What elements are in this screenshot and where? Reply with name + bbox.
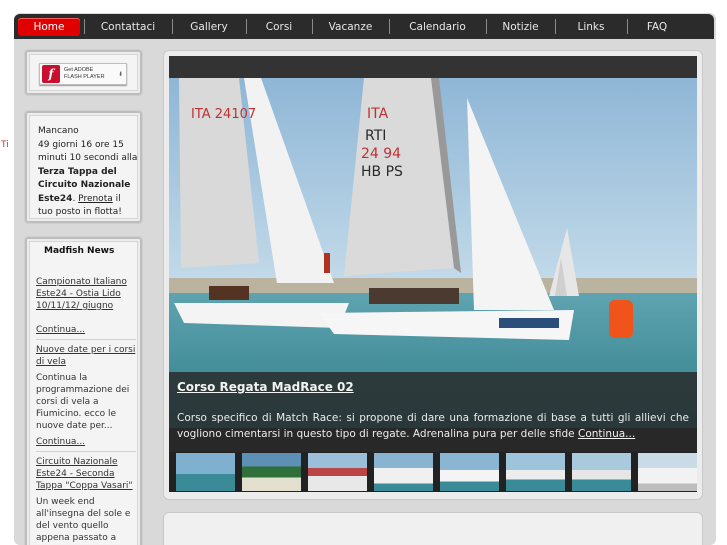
flash-line1: Get ADOBE xyxy=(64,67,94,73)
news-title: Madfish News xyxy=(44,246,115,256)
countdown-box-inner: Mancano 49 giorni 16 ore 15 minuti 10 se… xyxy=(29,115,138,219)
nav-label: Calendario xyxy=(409,20,466,33)
slide-more-link[interactable]: Continua... xyxy=(578,428,635,440)
nav-corsi[interactable]: Corsi xyxy=(246,14,312,39)
countdown-text: Mancano 49 giorni 16 ore 15 minuti 10 se… xyxy=(38,125,138,220)
news-more-link[interactable]: Continua... xyxy=(36,436,136,448)
nav-label: Contattaci xyxy=(100,20,156,33)
countdown-box: Mancano 49 giorni 16 ore 15 minuti 10 se… xyxy=(24,110,143,224)
flash-line2: FLASH PLAYER xyxy=(64,74,105,80)
nav-label: Notizie xyxy=(502,20,539,33)
thumbnail[interactable] xyxy=(631,452,697,492)
news-body: Un week end all'insegna del sole e del v… xyxy=(36,497,131,543)
main-nav: Home Contattaci Gallery Corsi Vacanze Ca… xyxy=(14,14,714,39)
nav-vacanze[interactable]: Vacanze xyxy=(312,14,389,39)
sail-number: RTI xyxy=(365,128,386,144)
thumbnail[interactable] xyxy=(169,452,235,492)
sail-number: ITA 24107 xyxy=(191,107,256,122)
nav-label: Vacanze xyxy=(328,20,373,33)
slide-text: Corso specifico di Match Race: si propon… xyxy=(177,410,689,442)
thumbnail-strip xyxy=(169,452,697,492)
nav-notizie[interactable]: Notizie xyxy=(486,14,555,39)
nav-label: Links xyxy=(577,20,605,33)
flash-text: Get ADOBE FLASH PLAYER xyxy=(64,67,105,81)
news-body: Continua la programmazione dei corsi di … xyxy=(36,373,130,431)
download-arrow-icon: ⬇ xyxy=(117,70,123,78)
nav-faq[interactable]: FAQ xyxy=(627,14,687,39)
news-link[interactable]: Nuove date per i corsi di vela xyxy=(36,344,136,368)
thumbnail[interactable] xyxy=(235,452,301,492)
countdown-t2: 49 giorni 16 ore 15 minuti 10 secondi al… xyxy=(38,139,138,164)
countdown-t1: Mancano xyxy=(38,126,79,136)
sail-number: ITA xyxy=(367,106,389,122)
nav-links[interactable]: Links xyxy=(555,14,627,39)
news-link[interactable]: Circuito Nazionale Este24 - Seconda Tapp… xyxy=(36,456,136,492)
nav-gallery[interactable]: Gallery xyxy=(172,14,246,39)
sail-number: HB PS xyxy=(361,164,403,180)
nav-label: Gallery xyxy=(190,20,228,33)
thumbnail[interactable] xyxy=(367,452,433,492)
thumbnail[interactable] xyxy=(499,452,565,492)
slide-caption: Corso Regata MadRace 02 Corso specifico … xyxy=(169,372,697,452)
content-box xyxy=(163,512,703,545)
nav-calendario[interactable]: Calendario xyxy=(389,14,486,39)
list-item: Campionato Italiano Este24 - Ostia Lido … xyxy=(36,276,136,340)
nav-label: FAQ xyxy=(646,20,668,33)
thumbnail[interactable] xyxy=(433,452,499,492)
flash-box: f Get ADOBE FLASH PLAYER ⬇ xyxy=(24,49,143,96)
news-link[interactable]: Campionato Italiano Este24 - Ostia Lido … xyxy=(36,276,136,312)
news-box: Madfish News Campionato Italiano Este24 … xyxy=(24,236,143,545)
nav-home-label: Home xyxy=(18,17,80,36)
news-box-inner: Madfish News Campionato Italiano Este24 … xyxy=(29,241,138,545)
list-item: Circuito Nazionale Este24 - Seconda Tapp… xyxy=(36,456,136,545)
flash-box-inner: f Get ADOBE FLASH PLAYER ⬇ xyxy=(29,54,138,91)
side-mark: Ti xyxy=(1,140,9,150)
slide-title[interactable]: Corso Regata MadRace 02 xyxy=(177,380,354,394)
prenota-link[interactable]: Prenota xyxy=(78,194,113,204)
thumbnail[interactable] xyxy=(301,452,367,492)
nav-home[interactable]: Home xyxy=(14,14,84,39)
featured-slider: ITA 24107 ITA RTI 24 94 HB PS Corso Rega… xyxy=(169,56,697,492)
flash-player-icon: f xyxy=(42,65,60,83)
nav-contattaci[interactable]: Contattaci xyxy=(84,14,172,39)
news-list: Campionato Italiano Este24 - Ostia Lido … xyxy=(36,276,136,545)
sail-number: 24 94 xyxy=(361,146,401,162)
list-item: Nuove date per i corsi di vela Continua … xyxy=(36,344,136,452)
news-more-link[interactable]: Continua... xyxy=(36,324,136,336)
get-flash-button[interactable]: f Get ADOBE FLASH PLAYER ⬇ xyxy=(39,63,127,85)
thumbnail[interactable] xyxy=(565,452,631,492)
slider-top-bar xyxy=(169,56,697,78)
nav-label: Corsi xyxy=(265,20,293,33)
